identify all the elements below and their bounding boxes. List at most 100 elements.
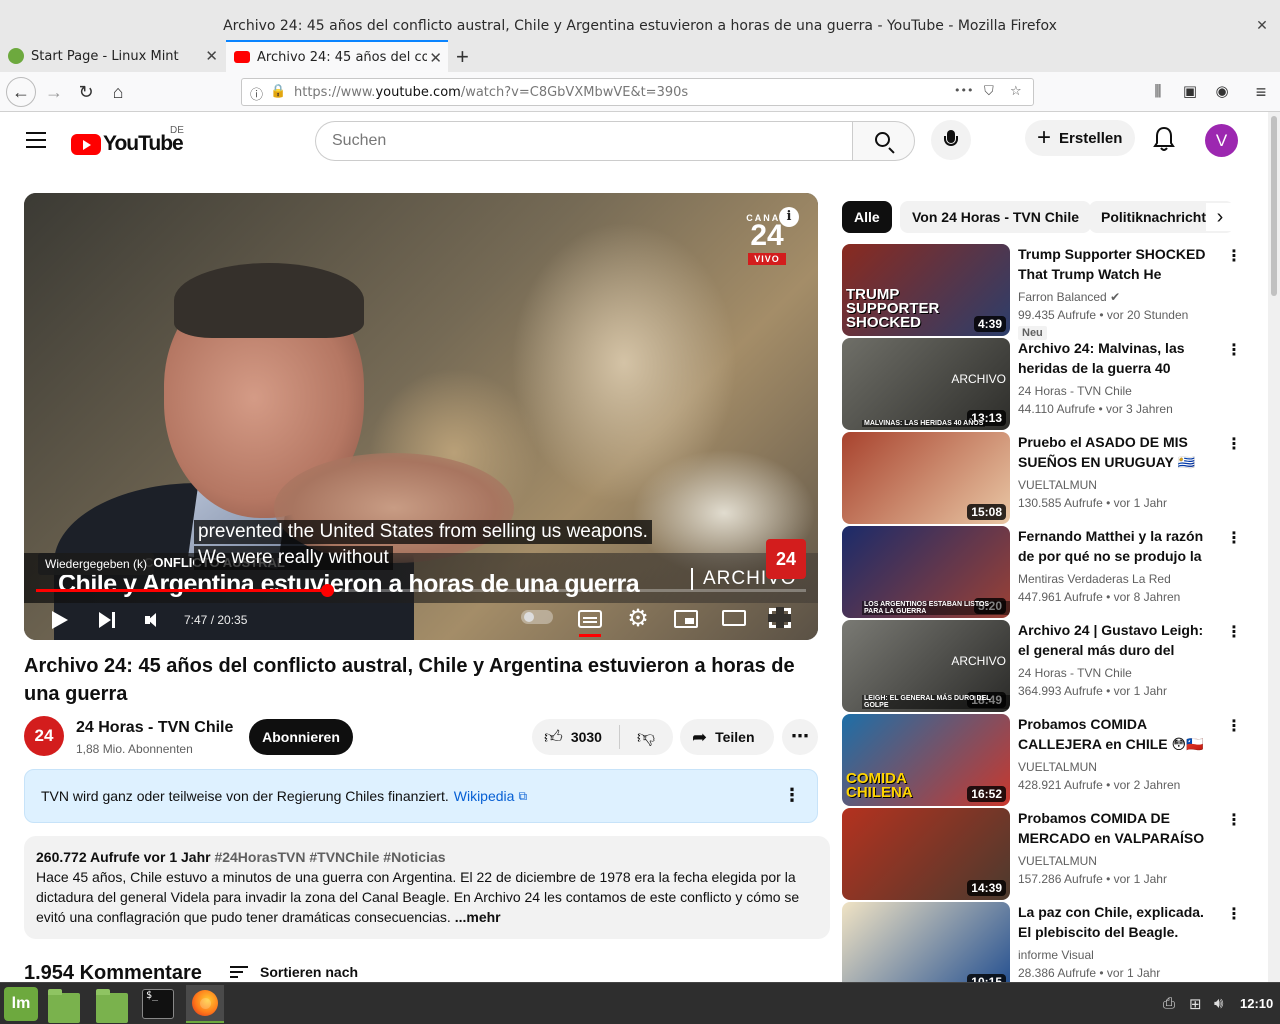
file-manager-icon[interactable] [96, 989, 128, 1023]
linux-mint-menu-icon[interactable]: lm [4, 987, 38, 1021]
tab-start-page[interactable]: Start Page - Linux Mint ✕ [0, 40, 224, 72]
sort-button[interactable]: Sortieren nach [230, 964, 358, 980]
home-icon[interactable]: ⌂ [106, 80, 130, 104]
recommendation-title[interactable]: Archivo 24 | Gustavo Leigh: el general m… [1018, 620, 1218, 660]
network-icon[interactable]: ⊞ [1189, 995, 1202, 1013]
user-avatar[interactable]: V [1205, 124, 1238, 157]
recommendation-title[interactable]: Trump Supporter SHOCKED That Trump Watch… [1018, 244, 1218, 284]
play-icon[interactable] [50, 606, 78, 634]
recommendation-item[interactable]: 5:20LOS ARGENTINOS ESTABAN LISTOS PARA L… [842, 526, 1242, 618]
info-icon[interactable]: i [779, 207, 799, 227]
recommendation-channel[interactable]: VUELTALMUN [1018, 854, 1097, 868]
more-actions-button[interactable]: ⋯ [782, 719, 818, 755]
recommendation-title[interactable]: La paz con Chile, explicada. El plebisci… [1018, 902, 1218, 942]
recommendation-item[interactable]: 15:08 Pruebo el ASADO DE MIS SUEÑOS EN UR… [842, 432, 1242, 524]
video-menu-icon[interactable]: ⋮ [1226, 340, 1242, 360]
volume-tray-icon[interactable]: 🔊︎ [1214, 995, 1223, 1012]
recommendation-channel[interactable]: Farron Balanced ✔ [1018, 290, 1120, 304]
volume-icon[interactable] [142, 606, 170, 634]
progress-bar[interactable] [36, 584, 806, 597]
voice-search-button[interactable] [931, 120, 971, 160]
recommendation-title[interactable]: Probamos COMIDA CALLEJERA en CHILE 😳🇨🇱 ¡… [1018, 714, 1218, 754]
video-thumbnail[interactable]: 10:15LA PAZ CON CHILE, EXPLICADA [842, 902, 1010, 982]
video-thumbnail[interactable]: 5:20LOS ARGENTINOS ESTABAN LISTOS PARA L… [842, 526, 1010, 618]
reload-icon[interactable]: ↻ [74, 80, 98, 104]
page-actions-icon[interactable]: ••• [954, 84, 973, 97]
back-arrow-icon[interactable]: ← [6, 77, 36, 107]
recommendation-item[interactable]: 18:49LEIGH: EL GENERAL MÁS DURO DEL GOLP… [842, 620, 1242, 712]
recommendation-channel[interactable]: informe Visual [1018, 948, 1094, 962]
forward-arrow-icon[interactable]: → [42, 80, 66, 104]
share-button[interactable]: ➦ Teilen [680, 719, 774, 755]
sidebar-icon[interactable]: ▣ [1178, 80, 1202, 104]
window-close-icon[interactable]: ✕ [1254, 17, 1270, 33]
subtitles-icon[interactable] [578, 610, 602, 628]
lock-icon[interactable]: 🔒 [270, 84, 286, 99]
recommendation-item[interactable]: 4:39 TRUMP SUPPORTER SHOCKED Trump Support… [842, 244, 1242, 340]
recommendation-item[interactable]: 13:13 MALVINAS: LAS HERIDAS 40 AÑOS ARCHIV… [842, 338, 1242, 430]
video-menu-icon[interactable]: ⋮ [1226, 434, 1242, 454]
video-thumbnail[interactable]: 14:39 [842, 808, 1010, 900]
recommendation-title[interactable]: Archivo 24: Malvinas, las heridas de la … [1018, 338, 1218, 378]
description-box[interactable]: 260.772 Aufrufe vor 1 Jahr #24HorasTVN #… [24, 836, 830, 939]
video-menu-icon[interactable]: ⋮ [1226, 622, 1242, 642]
subscribe-button[interactable]: Abonnieren [249, 719, 353, 755]
recommendation-channel[interactable]: Mentiras Verdaderas La Red [1018, 572, 1171, 586]
pocket-icon[interactable]: ⛉ [984, 84, 994, 99]
show-desktop-icon[interactable] [48, 989, 80, 1023]
video-menu-icon[interactable]: ⋮ [1226, 904, 1242, 924]
recommendation-item[interactable]: 16:52 COMIDA CHILENA Probamos COMIDA CALLE… [842, 714, 1242, 806]
video-thumbnail[interactable]: 4:39 TRUMP SUPPORTER SHOCKED [842, 244, 1010, 336]
create-button[interactable]: + Erstellen [1025, 120, 1135, 156]
video-thumbnail[interactable]: 16:52 COMIDA CHILENA [842, 714, 1010, 806]
firefox-taskbar-button[interactable] [186, 985, 224, 1023]
search-button[interactable] [852, 121, 915, 161]
search-input[interactable] [315, 121, 852, 161]
recommendation-title[interactable]: Pruebo el ASADO DE MIS SUEÑOS EN URUGUAY… [1018, 432, 1218, 472]
account-icon[interactable]: ◉ [1210, 80, 1234, 104]
chip-all[interactable]: Alle [842, 201, 892, 233]
recommendation-title[interactable]: Probamos COMIDA DE MERCADO en VALPARAÍSO… [1018, 808, 1218, 848]
chip-channel[interactable]: Von 24 Horas - TVN Chile [900, 201, 1091, 233]
video-menu-icon[interactable]: ⋮ [1226, 716, 1242, 736]
hamburger-menu-icon[interactable]: ≡ [1249, 80, 1273, 104]
new-tab-plus-icon[interactable]: + [456, 44, 469, 70]
tab-close-icon[interactable]: ✕ [429, 49, 442, 67]
video-thumbnail[interactable]: 13:13 MALVINAS: LAS HERIDAS 40 AÑOS ARCHIV… [842, 338, 1010, 430]
url-bar[interactable]: ⓘ 🔒 https://www. youtube.com/watch?v=C8Gb… [241, 78, 1034, 106]
fullscreen-icon[interactable] [768, 607, 791, 628]
recommendation-channel[interactable]: 24 Horas - TVN Chile [1018, 384, 1132, 398]
theater-mode-icon[interactable] [722, 610, 746, 626]
recommendation-title[interactable]: Fernando Matthei y la razón de por qué n… [1018, 526, 1218, 566]
hashtags[interactable]: #24HorasTVN #TVNChile #Noticias [214, 849, 445, 865]
dislike-button[interactable]: 👎︎ [620, 726, 672, 748]
video-player[interactable]: CANAL 24 VIVO i CONFLICTO AUSTRAL Chile … [24, 193, 818, 640]
bookmark-star-icon[interactable]: ☆ [1010, 84, 1022, 99]
page-scrollbar[interactable] [1268, 112, 1280, 982]
tab-youtube[interactable]: Archivo 24: 45 años del con ✕ [226, 40, 448, 72]
chevron-right-icon[interactable]: › [1206, 203, 1234, 231]
settings-gear-icon[interactable]: ⚙ [626, 607, 650, 631]
recommendation-item[interactable]: 10:15LA PAZ CON CHILE, EXPLICADALa paz c… [842, 902, 1242, 982]
notifications-bell-icon[interactable] [1153, 126, 1175, 152]
wikipedia-link[interactable]: Wikipedia [454, 788, 515, 804]
printer-icon[interactable]: ⎙ [1163, 995, 1175, 1012]
next-icon[interactable] [96, 606, 124, 634]
video-menu-icon[interactable]: ⋮ [1226, 528, 1242, 548]
video-thumbnail[interactable]: 18:49LEIGH: EL GENERAL MÁS DURO DEL GOLP… [842, 620, 1010, 712]
channel-avatar[interactable]: 24 [24, 716, 64, 756]
like-button[interactable]: 👍︎ 3030 [532, 725, 620, 749]
video-menu-icon[interactable]: ⋮ [1226, 810, 1242, 830]
tab-close-icon[interactable]: ✕ [205, 47, 218, 65]
youtube-logo[interactable]: YouTube [71, 132, 184, 156]
scrubber-handle[interactable] [321, 584, 335, 597]
channel-name[interactable]: 24 Horas - TVN Chile [76, 719, 233, 737]
recommendation-item[interactable]: 14:39 Probamos COMIDA DE MERCADO en VALPA… [842, 808, 1242, 900]
library-icon[interactable]: ⫼ [1146, 80, 1170, 104]
notice-menu-icon[interactable]: ⋮ [783, 785, 801, 806]
guide-menu-icon[interactable] [26, 132, 46, 148]
scrollbar-thumb[interactable] [1271, 116, 1277, 296]
video-thumbnail[interactable]: 15:08 [842, 432, 1010, 524]
recommendation-channel[interactable]: 24 Horas - TVN Chile [1018, 666, 1132, 680]
show-more-link[interactable]: ...mehr [455, 909, 501, 925]
